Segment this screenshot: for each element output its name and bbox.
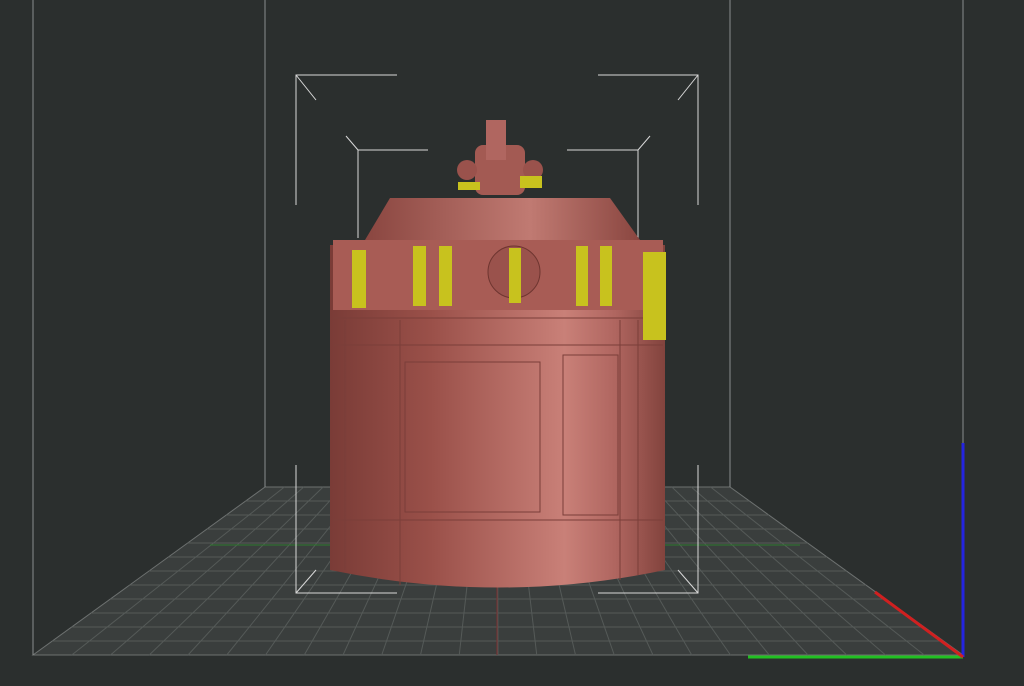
scene[interactable] — [0, 0, 1024, 682]
3d-viewport[interactable] — [0, 0, 1024, 682]
3d-model[interactable] — [330, 120, 666, 588]
